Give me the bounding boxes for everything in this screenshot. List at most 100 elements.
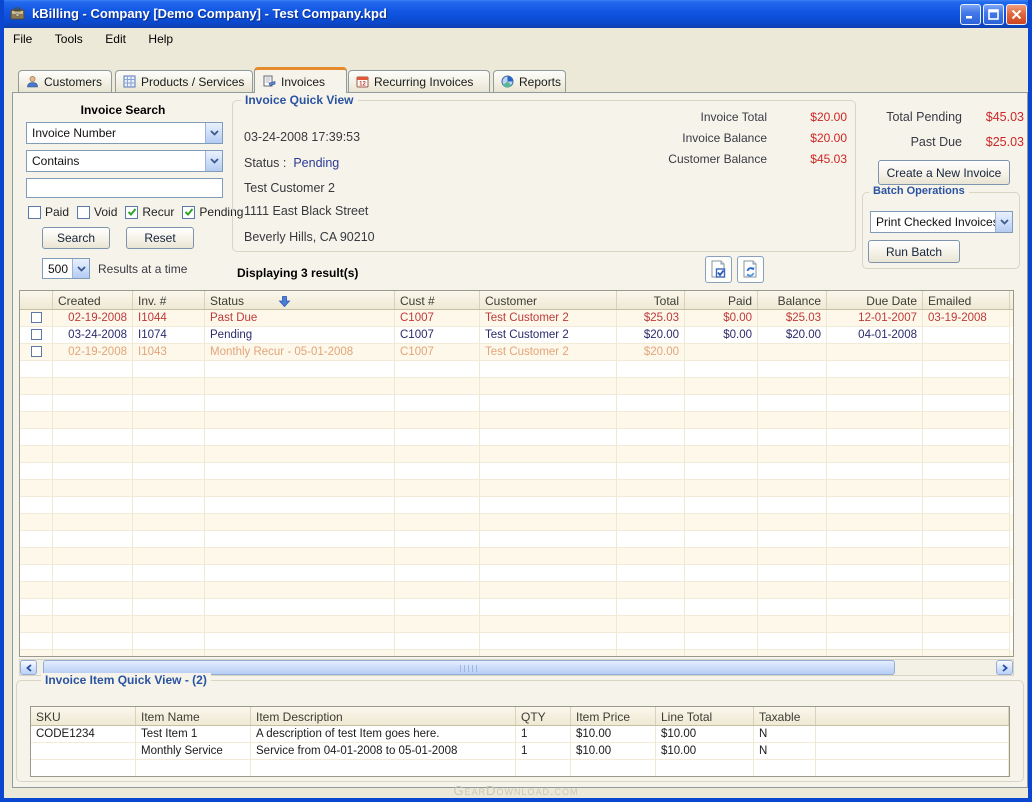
run-batch-button[interactable]: Run Batch [868, 240, 960, 263]
cell [133, 361, 205, 378]
menu-edit[interactable]: Edit [96, 28, 135, 50]
filter-checkbox-recur[interactable]: Recur [125, 205, 174, 219]
qv-status-value: Pending [293, 156, 339, 170]
cell [53, 514, 133, 531]
item-column-header-Item Price[interactable]: Item Price [571, 707, 656, 725]
cell [685, 378, 758, 395]
column-header-Inv. #[interactable]: Inv. # [133, 291, 205, 309]
cell [685, 531, 758, 548]
item-column-header-Item Description[interactable]: Item Description [251, 707, 516, 725]
tab-reports[interactable]: Reports [493, 70, 566, 92]
search-query-input[interactable] [26, 178, 223, 198]
tab-invoices[interactable]: Invoices [254, 67, 347, 93]
search-field-value: Invoice Number [27, 126, 205, 140]
checkbox[interactable] [77, 206, 90, 219]
row-checkbox-cell[interactable] [20, 327, 53, 344]
row-checkbox[interactable] [31, 329, 42, 340]
tab-customers[interactable]: Customers [18, 70, 112, 92]
cell [20, 565, 53, 582]
check-all-button[interactable] [705, 256, 732, 283]
cell [395, 463, 480, 480]
minimize-button[interactable] [960, 4, 981, 25]
cell [923, 395, 1010, 412]
cell: N [754, 726, 816, 743]
filter-checkbox-paid[interactable]: Paid [28, 205, 69, 219]
chevron-down-icon[interactable] [205, 151, 222, 171]
row-checkbox-cell[interactable] [20, 344, 53, 361]
invoice-row[interactable]: 02-19-2008I1043Monthly Recur - 05-01-200… [20, 344, 1013, 361]
column-header-Emailed[interactable]: Emailed [923, 291, 1010, 309]
chevron-down-icon[interactable] [72, 259, 89, 278]
cell [53, 412, 133, 429]
create-new-invoice-button[interactable]: Create a New Invoice [878, 160, 1010, 185]
tab-recurring-invoices[interactable]: 12 Recurring Invoices [348, 70, 490, 92]
invoice-row[interactable]: 03-24-2008I1074PendingC1007Test Customer… [20, 327, 1013, 344]
column-header-Created[interactable]: Created [53, 291, 133, 309]
row-checkbox-cell[interactable] [20, 310, 53, 327]
checkbox[interactable] [182, 206, 195, 219]
search-button[interactable]: Search [42, 227, 110, 249]
results-per-page-select[interactable]: 500 [42, 258, 90, 279]
cell [20, 446, 53, 463]
item-column-header-filler[interactable] [816, 707, 1009, 725]
cell: Pending [205, 327, 395, 344]
cell [480, 446, 617, 463]
cell [133, 395, 205, 412]
item-table-header: SKUItem NameItem DescriptionQTYItem Pric… [31, 707, 1009, 726]
filter-checkbox-void[interactable]: Void [77, 205, 117, 219]
item-row[interactable]: CODE1234Test Item 1A description of test… [31, 726, 1009, 743]
menu-file[interactable]: File [4, 28, 41, 50]
menu-tools[interactable]: Tools [46, 28, 92, 50]
cell [617, 633, 685, 650]
cell [395, 514, 480, 531]
reset-button[interactable]: Reset [126, 227, 194, 249]
cell [754, 760, 816, 777]
column-header-Status[interactable]: Status [205, 291, 395, 309]
column-header-Customer[interactable]: Customer [480, 291, 617, 309]
refresh-button[interactable] [737, 256, 764, 283]
cell [480, 497, 617, 514]
column-header-Cust #[interactable]: Cust # [395, 291, 480, 309]
checkbox[interactable] [28, 206, 41, 219]
item-row[interactable]: Monthly ServiceService from 04-01-2008 t… [31, 743, 1009, 760]
scroll-right-button[interactable] [996, 660, 1013, 675]
item-column-header-Line Total[interactable]: Line Total [656, 707, 754, 725]
column-header-Due Date[interactable]: Due Date [827, 291, 923, 309]
item-column-header-Taxable[interactable]: Taxable [754, 707, 816, 725]
scroll-left-button[interactable] [20, 660, 37, 675]
tab-products-services[interactable]: Products / Services [115, 70, 253, 92]
cell [827, 344, 923, 361]
item-column-header-Item Name[interactable]: Item Name [136, 707, 251, 725]
empty-row [20, 361, 1013, 378]
invoice-search-title: Invoice Search [22, 103, 224, 117]
cell [480, 361, 617, 378]
column-header-select[interactable] [20, 291, 53, 309]
cell: 04-01-2008 [827, 327, 923, 344]
search-operator-select[interactable]: Contains [26, 150, 223, 172]
cell: Service from 04-01-2008 to 05-01-2008 [251, 743, 516, 760]
column-header-Paid[interactable]: Paid [685, 291, 758, 309]
cell: N [754, 743, 816, 760]
column-header-Total[interactable]: Total [617, 291, 685, 309]
cell [827, 599, 923, 616]
menu-help[interactable]: Help [139, 28, 182, 50]
item-column-header-SKU[interactable]: SKU [31, 707, 136, 725]
cell [20, 548, 53, 565]
chevron-down-icon[interactable] [205, 123, 222, 143]
cell [685, 497, 758, 514]
checkbox[interactable] [125, 206, 138, 219]
cell [480, 633, 617, 650]
chevron-down-icon[interactable] [995, 212, 1012, 232]
invoice-row[interactable]: 02-19-2008I1044Past DueC1007Test Custome… [20, 310, 1013, 327]
row-checkbox[interactable] [31, 346, 42, 357]
cell [480, 463, 617, 480]
item-column-header-QTY[interactable]: QTY [516, 707, 571, 725]
close-button[interactable] [1006, 4, 1027, 25]
row-checkbox[interactable] [31, 312, 42, 323]
maximize-button[interactable] [983, 4, 1004, 25]
column-header-Balance[interactable]: Balance [758, 291, 827, 309]
check-icon [184, 207, 194, 217]
search-field-select[interactable]: Invoice Number [26, 122, 223, 144]
cell [20, 463, 53, 480]
batch-action-select[interactable]: Print Checked Invoices [870, 211, 1013, 233]
